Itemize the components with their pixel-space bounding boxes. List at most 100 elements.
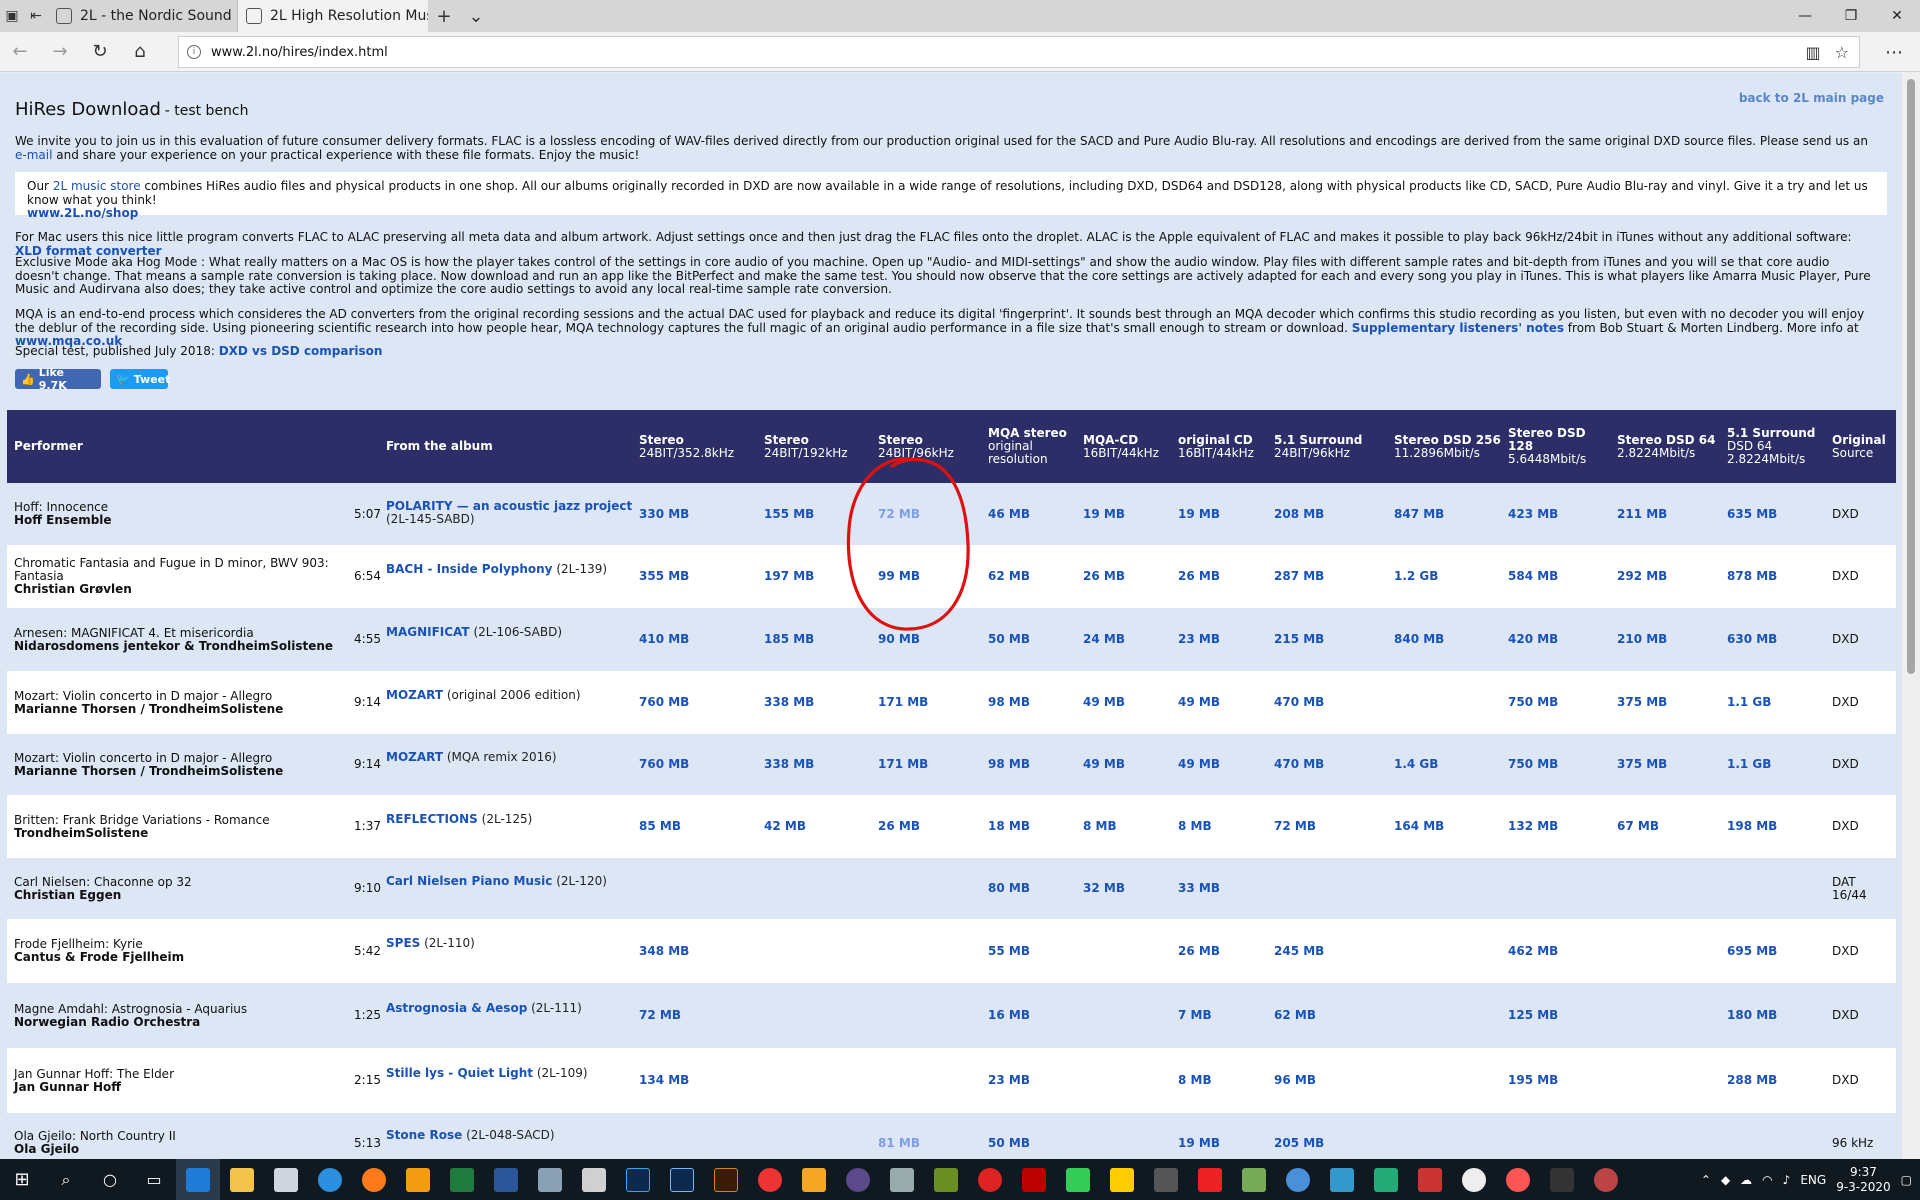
download-link[interactable]: 198 MB [1727, 820, 1827, 833]
download-link[interactable]: 760 MB [639, 696, 739, 709]
app-icon-17[interactable] [1364, 1159, 1408, 1200]
download-link[interactable]: 32 MB [1083, 882, 1183, 895]
app-icon-6[interactable] [880, 1159, 924, 1200]
download-link[interactable]: 1.1 GB [1727, 758, 1827, 771]
app-icon-2[interactable] [528, 1159, 572, 1200]
download-link[interactable]: 375 MB [1617, 696, 1717, 709]
download-link[interactable]: 750 MB [1508, 758, 1608, 771]
download-link[interactable]: 205 MB [1274, 1136, 1374, 1150]
more-menu-icon[interactable]: ⋯ [1874, 32, 1914, 72]
album-link[interactable]: POLARITY — an acoustic jazz project [386, 499, 632, 513]
download-link[interactable]: 26 MB [878, 820, 978, 833]
download-link[interactable]: 171 MB [878, 696, 978, 709]
app-icon-13[interactable] [1188, 1159, 1232, 1200]
download-link[interactable]: 208 MB [1274, 507, 1374, 521]
download-link[interactable]: 19 MB [1083, 507, 1183, 521]
minimize-button[interactable]: — [1782, 0, 1828, 32]
volume-icon[interactable]: ♪ [1783, 1173, 1791, 1187]
download-link[interactable]: 33 MB [1178, 882, 1278, 895]
download-link[interactable]: 338 MB [764, 696, 864, 709]
browser-tab-2[interactable]: 2L High Resolution Mus ✕ [238, 0, 428, 32]
download-link[interactable]: 1.1 GB [1727, 696, 1827, 709]
download-link[interactable]: 185 MB [764, 633, 864, 646]
reading-view-icon[interactable]: ▥ [1806, 43, 1821, 62]
download-link[interactable]: 292 MB [1617, 570, 1717, 583]
download-link[interactable]: 49 MB [1083, 758, 1183, 771]
store-icon[interactable] [264, 1159, 308, 1200]
edge-icon[interactable] [176, 1159, 220, 1200]
app-icon-18[interactable] [1408, 1159, 1452, 1200]
download-link[interactable]: 18 MB [988, 820, 1088, 833]
download-link[interactable]: 132 MB [1508, 820, 1608, 833]
set-aside-tabs-icon[interactable]: ⇤ [24, 0, 48, 32]
app-icon-7[interactable] [924, 1159, 968, 1200]
download-link[interactable]: 288 MB [1727, 1074, 1827, 1087]
download-link[interactable]: 26 MB [1178, 570, 1278, 583]
download-link[interactable]: 23 MB [1178, 633, 1278, 646]
search-icon[interactable]: ⌕ [44, 1159, 88, 1200]
download-link[interactable]: 245 MB [1274, 944, 1374, 958]
download-link[interactable]: 470 MB [1274, 696, 1374, 709]
app-icon-10[interactable] [1056, 1159, 1100, 1200]
download-link[interactable]: 171 MB [878, 758, 978, 771]
app-icon-21[interactable] [1584, 1159, 1628, 1200]
download-link[interactable]: 840 MB [1394, 633, 1494, 646]
download-link[interactable]: 49 MB [1178, 758, 1278, 771]
tab-actions-icon[interactable]: ▣ [0, 0, 24, 32]
download-link[interactable]: 72 MB [878, 507, 978, 521]
listeners-notes-link[interactable]: Supplementary listeners' notes [1352, 321, 1564, 335]
shop-url-link[interactable]: www.2L.no/shop [27, 206, 138, 220]
task-view-icon[interactable]: ▭ [132, 1159, 176, 1200]
download-link[interactable]: 375 MB [1617, 758, 1717, 771]
app-icon-8[interactable] [968, 1159, 1012, 1200]
cortana-icon[interactable]: ○ [88, 1159, 132, 1200]
language-indicator[interactable]: ENG [1800, 1173, 1826, 1187]
download-link[interactable]: 878 MB [1727, 570, 1827, 583]
download-link[interactable]: 847 MB [1394, 507, 1494, 521]
download-link[interactable]: 26 MB [1083, 570, 1183, 583]
app-icon-14[interactable] [1232, 1159, 1276, 1200]
download-link[interactable]: 98 MB [988, 758, 1088, 771]
download-link[interactable]: 338 MB [764, 758, 864, 771]
download-link[interactable]: 50 MB [988, 1136, 1088, 1150]
internet-explorer-icon[interactable] [308, 1159, 352, 1200]
download-link[interactable]: 96 MB [1274, 1074, 1374, 1087]
app-icon-20[interactable] [1540, 1159, 1584, 1200]
download-link[interactable]: 62 MB [988, 570, 1088, 583]
album-link[interactable]: Astrognosia & Aesop [386, 1001, 527, 1015]
bridge-icon[interactable] [704, 1159, 748, 1200]
download-link[interactable]: 1.4 GB [1394, 758, 1494, 771]
download-link[interactable]: 80 MB [988, 882, 1088, 895]
download-link[interactable]: 1.2 GB [1394, 570, 1494, 583]
download-link[interactable]: 49 MB [1178, 696, 1278, 709]
app-icon-9[interactable] [1012, 1159, 1056, 1200]
site-info-icon[interactable]: i [187, 45, 201, 59]
album-link[interactable]: MOZART [386, 750, 443, 764]
excel-icon[interactable] [440, 1159, 484, 1200]
notifications-icon[interactable]: ▢ [1901, 1173, 1912, 1187]
address-url[interactable]: www.2l.no/hires/index.html [211, 45, 388, 60]
app-icon-16[interactable] [1320, 1159, 1364, 1200]
show-hidden-icons-icon[interactable]: ⌃ [1701, 1173, 1711, 1187]
download-link[interactable]: 287 MB [1274, 570, 1374, 583]
word-icon[interactable] [484, 1159, 528, 1200]
itunes-icon[interactable] [1452, 1159, 1496, 1200]
facebook-like-button[interactable]: 👍 Like 9.7K [15, 366, 101, 392]
dxd-vs-dsd-link[interactable]: DXD vs DSD comparison [219, 344, 383, 358]
download-link[interactable]: 330 MB [639, 507, 739, 521]
download-link[interactable]: 155 MB [764, 507, 864, 521]
favorite-star-icon[interactable]: ☆ [1835, 43, 1849, 62]
download-link[interactable]: 164 MB [1394, 820, 1494, 833]
home-icon[interactable]: ⌂ [120, 32, 160, 72]
scrollbar-thumb[interactable] [1907, 79, 1915, 674]
refresh-icon[interactable]: ↻ [80, 32, 120, 72]
download-link[interactable]: 67 MB [1617, 820, 1717, 833]
download-link[interactable]: 42 MB [764, 820, 864, 833]
download-link[interactable]: 760 MB [639, 758, 739, 771]
back-to-main-link[interactable]: back to 2L main page [1739, 91, 1884, 105]
download-link[interactable]: 630 MB [1727, 633, 1827, 646]
download-link[interactable]: 635 MB [1727, 507, 1827, 521]
download-link[interactable]: 55 MB [988, 944, 1088, 958]
app-icon-19[interactable] [1496, 1159, 1540, 1200]
download-link[interactable]: 26 MB [1178, 944, 1278, 958]
